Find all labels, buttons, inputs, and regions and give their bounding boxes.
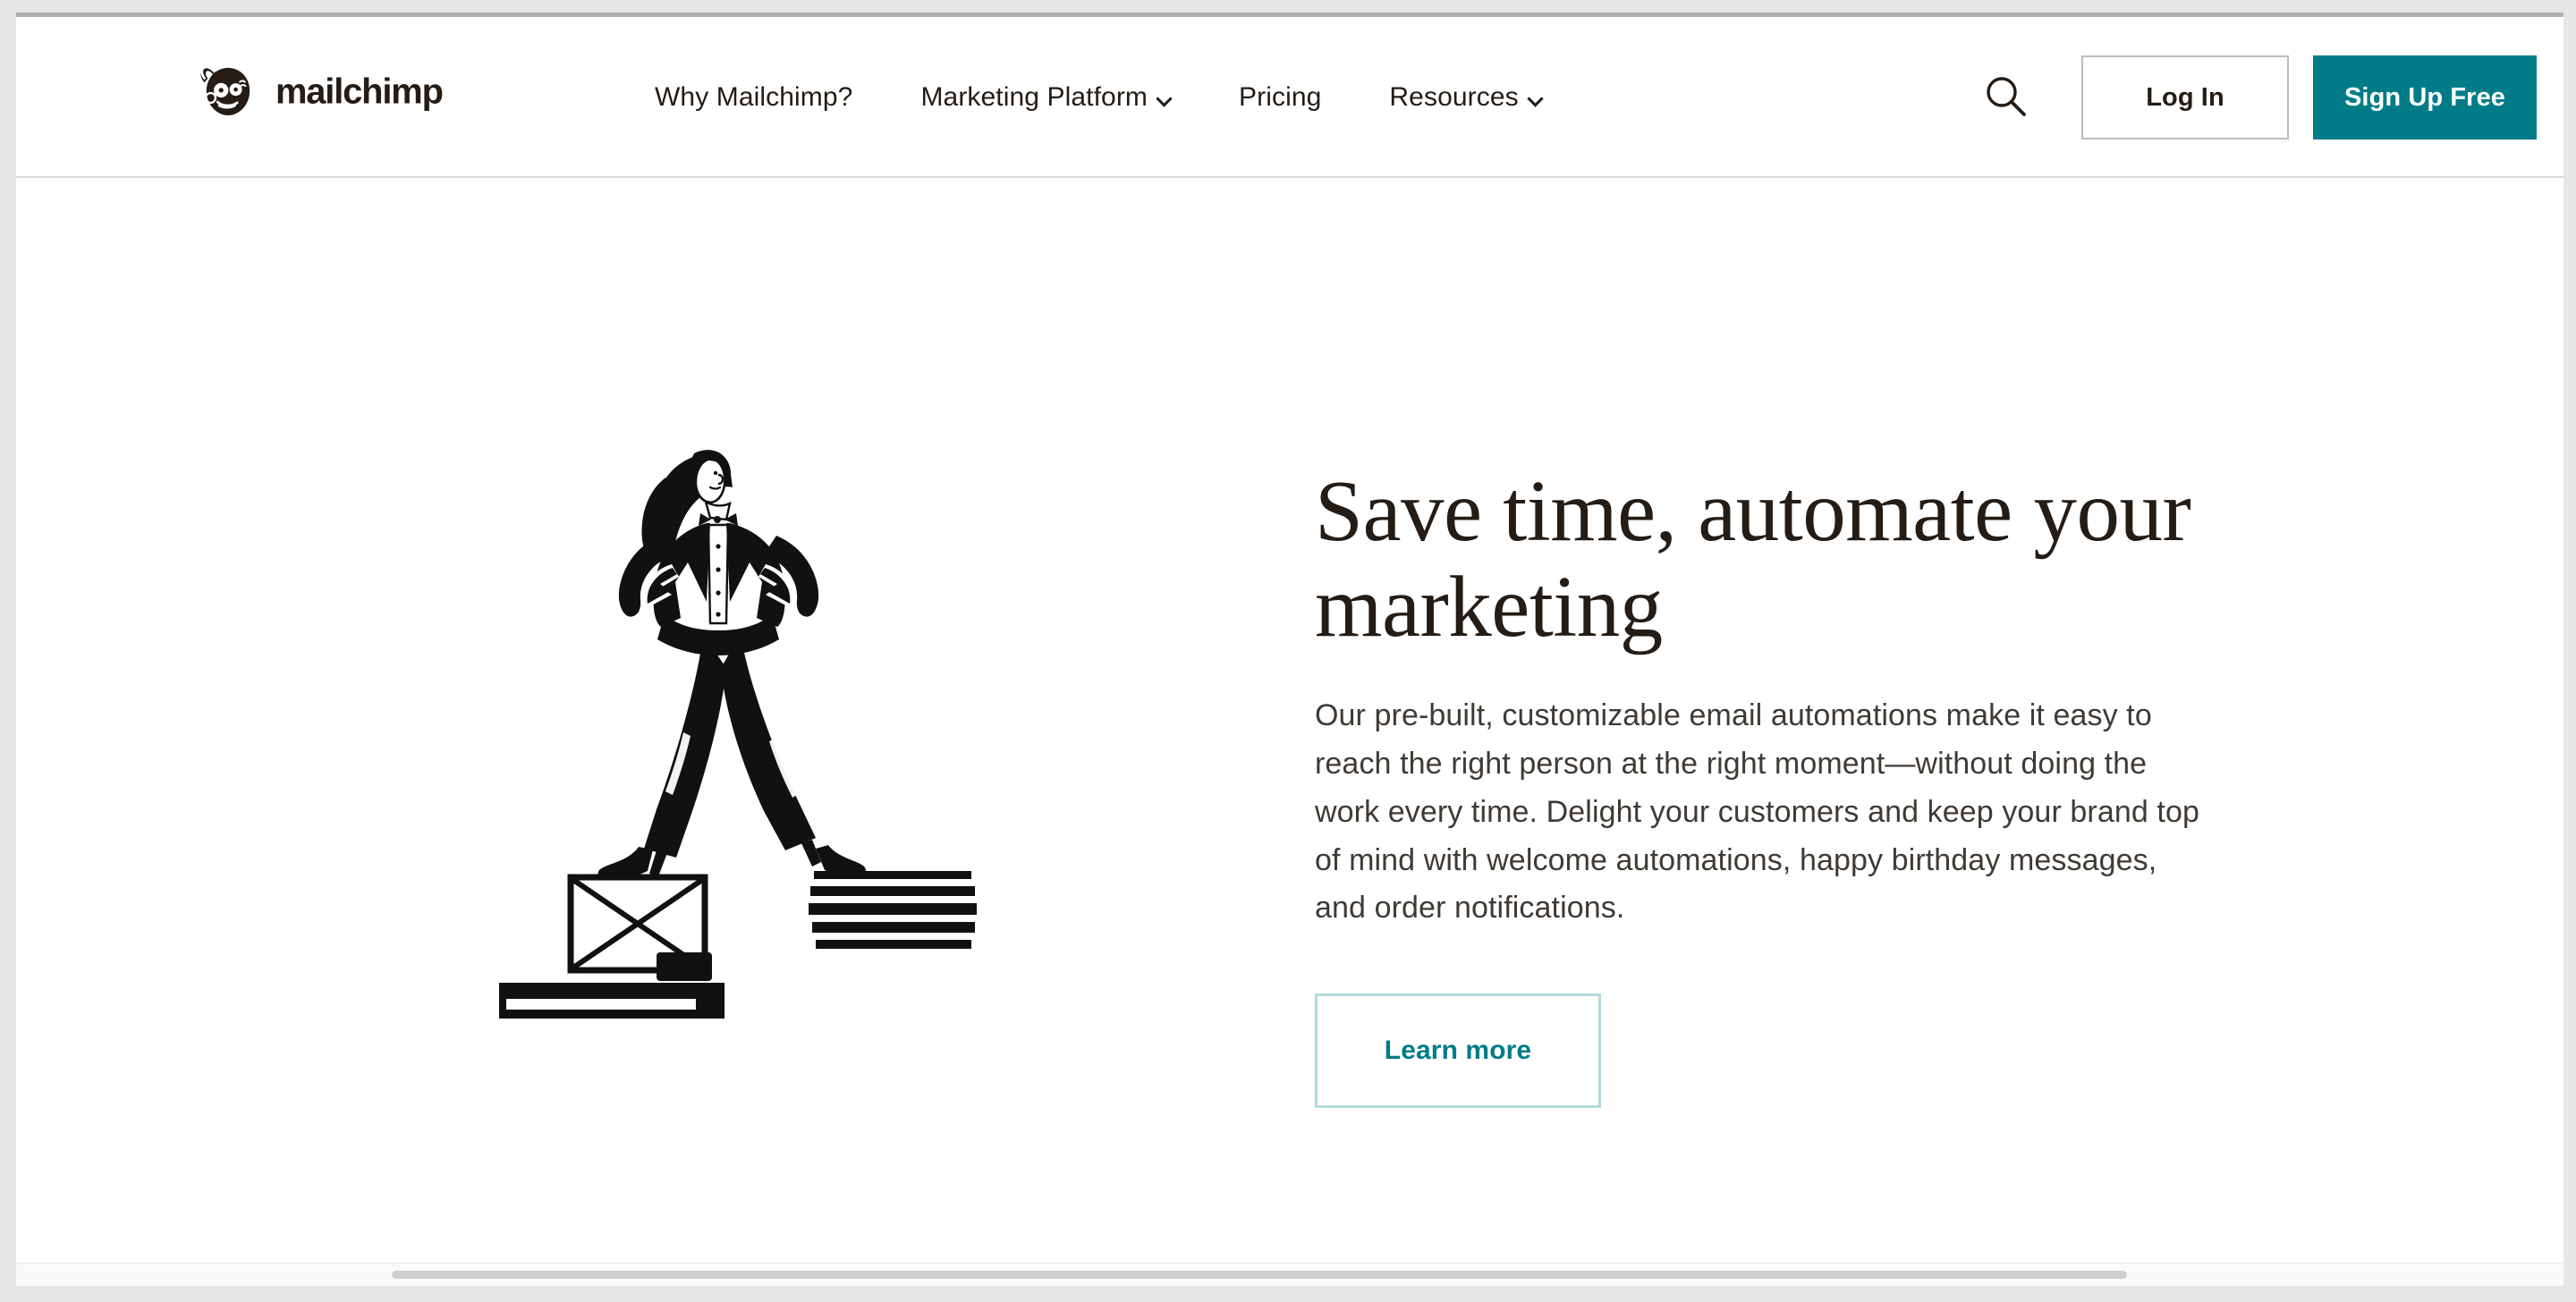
hero-section: Save time, automate your marketing Our p…	[16, 178, 2563, 1284]
freddie-monkey-icon	[193, 58, 263, 128]
horizontal-scrollbar-thumb[interactable]	[392, 1271, 2127, 1279]
nav-item-label: Pricing	[1239, 82, 1322, 112]
search-icon	[1982, 72, 2030, 123]
horizontal-scrollbar[interactable]	[16, 1263, 2563, 1286]
hero-description: Our pre-built, customizable email automa…	[1315, 698, 2199, 926]
search-button[interactable]	[1963, 55, 2049, 140]
nav-item-label: Why Mailchimp?	[655, 82, 853, 112]
nav-item-pricing[interactable]: Pricing	[1205, 84, 1355, 111]
nav-item-marketing-platform[interactable]: Marketing Platform	[886, 84, 1205, 111]
hero-copy: Save time, automate your marketing Our p…	[1315, 463, 2218, 1108]
nav-item-label: Resources	[1389, 82, 1519, 112]
nav-item-label: Marketing Platform	[920, 82, 1148, 112]
svg-text:mailchimp: mailchimp	[275, 72, 443, 112]
learn-more-button[interactable]: Learn more	[1315, 993, 1601, 1108]
nav-item-resources[interactable]: Resources	[1355, 84, 1575, 111]
primary-navigation: Why Mailchimp? Marketing Platform Pricin…	[621, 17, 1576, 178]
nav-item-why-mailchimp[interactable]: Why Mailchimp?	[621, 84, 886, 111]
chevron-down-icon	[1157, 93, 1171, 106]
hero-title: Save time, automate your marketing	[1315, 463, 2191, 655]
hero-illustration	[481, 419, 982, 1045]
page-viewport: mailchimp Why Mailchimp? Marketing Platf…	[16, 17, 2563, 1286]
mailchimp-logo[interactable]: mailchimp	[193, 58, 481, 128]
login-button[interactable]: Log In	[2081, 55, 2289, 140]
chevron-down-icon	[1529, 93, 1542, 106]
header-actions: Log In Sign Up Free	[1963, 17, 2537, 178]
browser-window: mailchimp Why Mailchimp? Marketing Platf…	[16, 13, 2563, 1286]
signup-free-button[interactable]: Sign Up Free	[2313, 55, 2537, 140]
site-header: mailchimp Why Mailchimp? Marketing Platf…	[16, 17, 2563, 178]
mailchimp-wordmark: mailchimp	[275, 72, 481, 114]
